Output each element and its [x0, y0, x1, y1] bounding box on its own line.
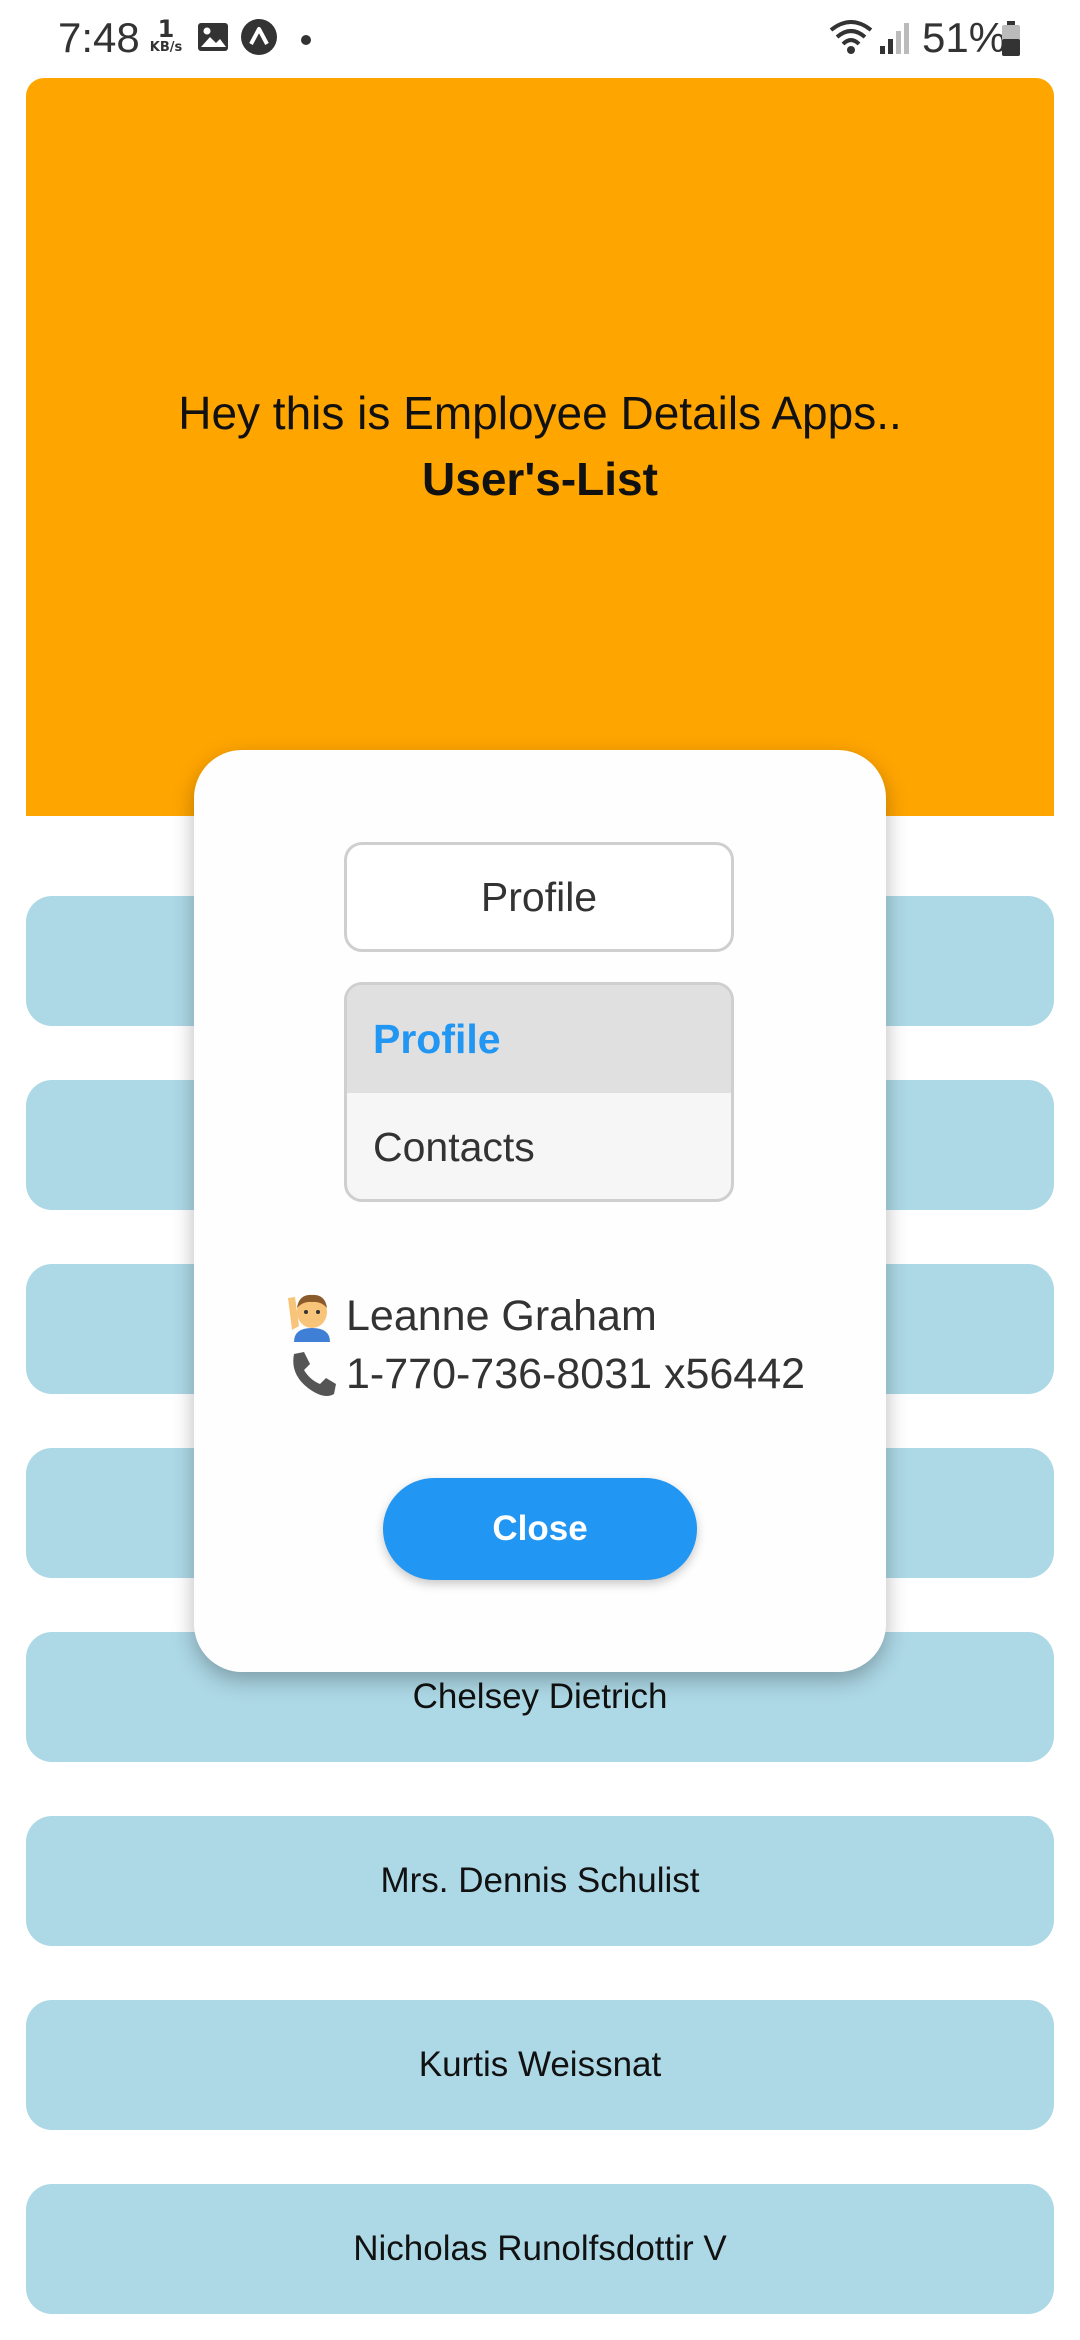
header-subtitle: User's-List [422, 453, 658, 505]
network-speed-value: 1 [157, 15, 175, 43]
user-list-item[interactable]: Kurtis Weissnat [26, 2000, 1054, 2130]
telephone-icon [284, 1348, 340, 1400]
network-speed-unit: KB/s [149, 40, 183, 55]
user-name: Leanne Graham [346, 1291, 657, 1340]
app-notification-icon [240, 18, 278, 61]
cellular-signal-icon [878, 20, 912, 61]
header-title: Hey this is Employee Details Apps.. [178, 387, 902, 439]
user-phone-row: 1-770-736-8031 x56442 [284, 1348, 805, 1400]
status-time: 7:48 [58, 14, 140, 61]
status-bar: 7:48 1 KB/s 51% [0, 0, 1080, 78]
header-banner [26, 78, 1054, 816]
view-select-dropdown[interactable]: Profile [344, 842, 734, 952]
user-phone: 1-770-736-8031 x56442 [346, 1349, 806, 1398]
view-select-options: Profile Contacts [344, 982, 734, 1202]
user-name-row: Leanne Graham [284, 1290, 657, 1342]
person-raising-hand-icon [284, 1290, 340, 1342]
notification-dot-icon [300, 33, 312, 51]
user-detail-modal: Profile Profile Contacts Leanne Graham 1… [194, 750, 886, 1672]
option-profile[interactable]: Profile [347, 985, 731, 1093]
user-list-item[interactable]: Nicholas Runolfsdottir V [26, 2184, 1054, 2314]
battery-icon [1000, 20, 1022, 63]
close-button[interactable]: Close [383, 1478, 697, 1580]
battery-percentage: 51% [922, 14, 1007, 61]
wifi-icon [828, 18, 874, 61]
option-contacts[interactable]: Contacts [347, 1093, 731, 1199]
screen: 7:48 1 KB/s 51% Hey this is Employee Det… [0, 0, 1080, 2340]
image-icon [196, 20, 230, 59]
user-list-item[interactable]: Mrs. Dennis Schulist [26, 1816, 1054, 1946]
network-speed: 1 KB/s [146, 15, 186, 56]
